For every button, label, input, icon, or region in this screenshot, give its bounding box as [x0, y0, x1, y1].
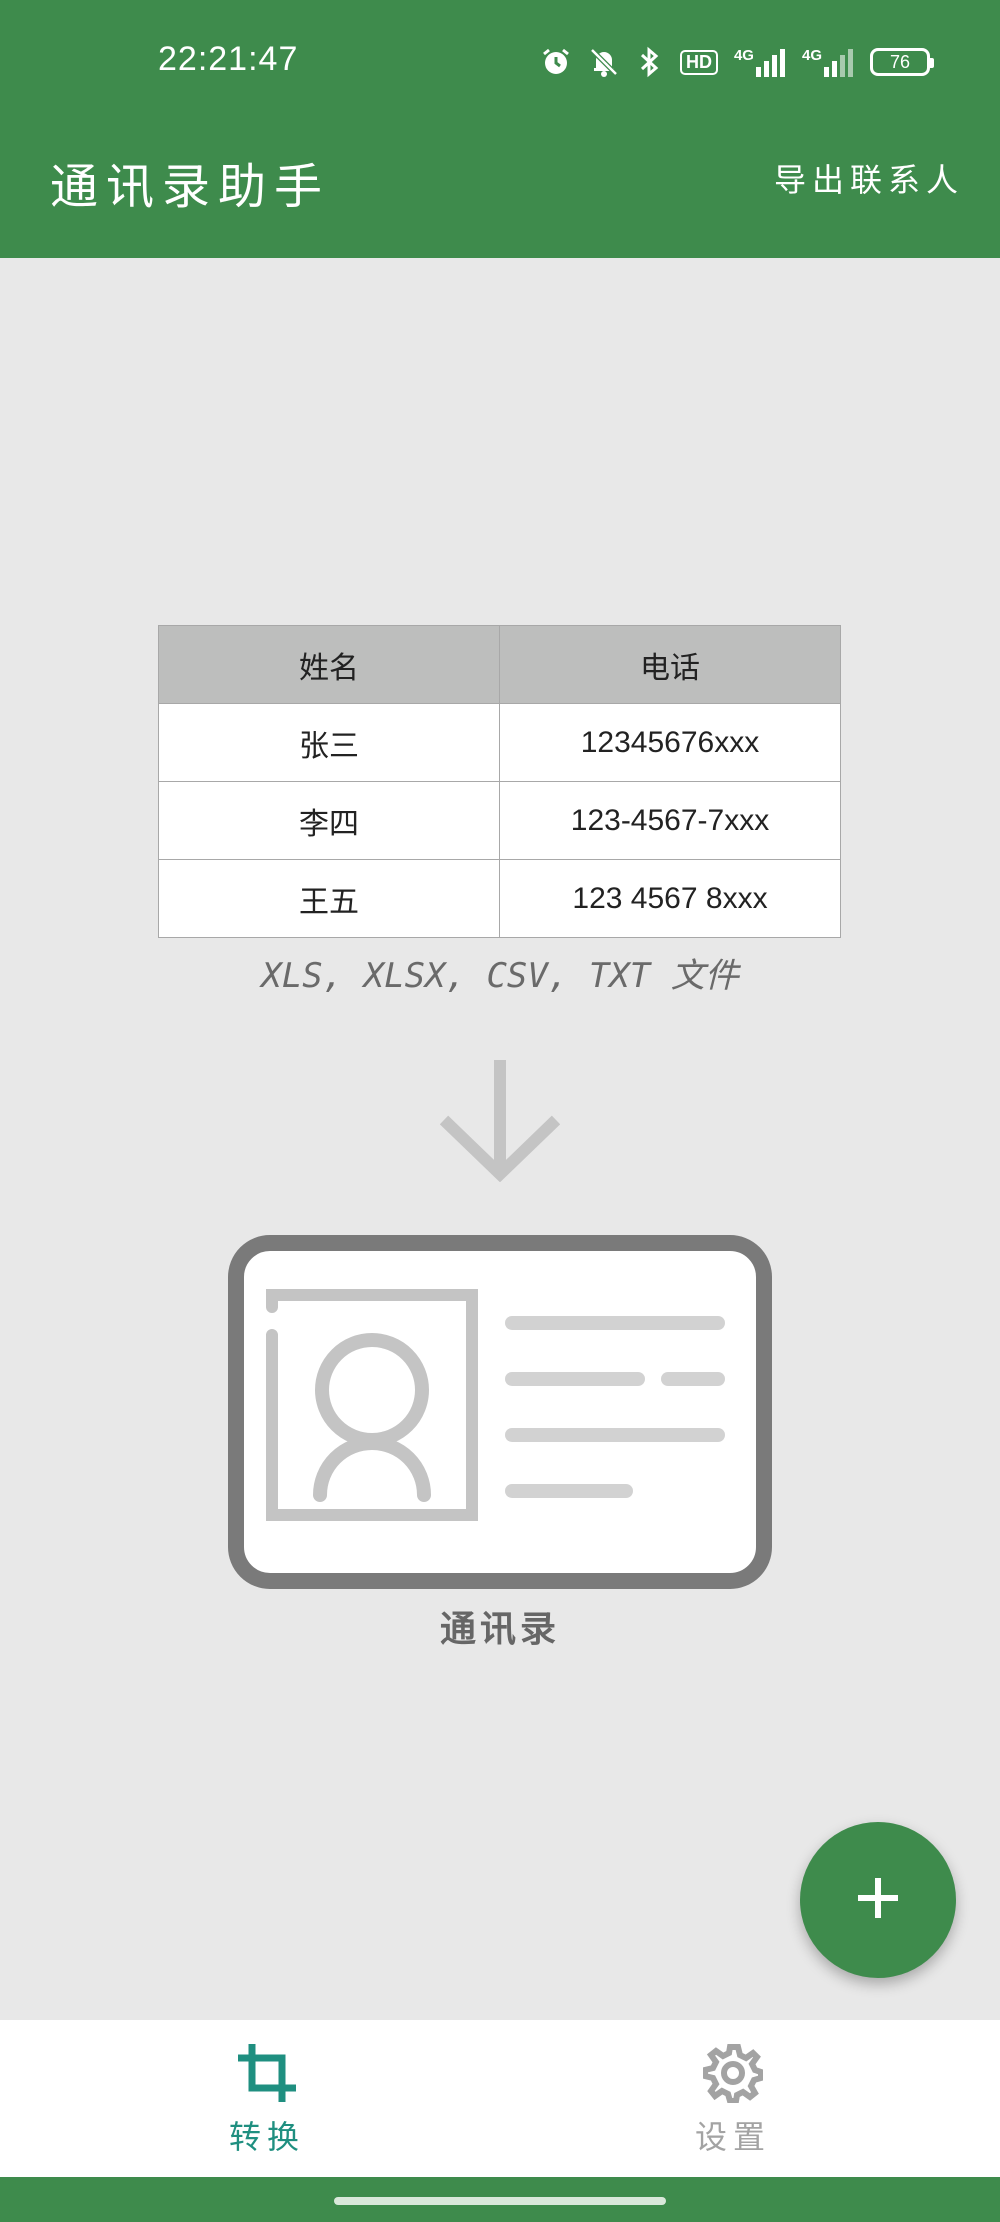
table-row: 李四 123-4567-7xxx: [158, 781, 841, 860]
status-icons: HD 4G 4G 76: [540, 44, 934, 80]
table-header-row: 姓名 电话: [158, 625, 841, 704]
formats-caption: XLS, XLSX, CSV, TXT 文件: [261, 956, 739, 996]
gear-icon: [703, 2040, 763, 2106]
gesture-handle[interactable]: [334, 2197, 666, 2205]
sample-table: 姓名 电话 张三 12345676xxx 李四 123-4567-7xxx 王五…: [158, 625, 841, 938]
table-row: 张三 12345676xxx: [158, 703, 841, 782]
app-bar: 通讯录助手 导出联系人: [0, 125, 1000, 258]
table-row: 王五 123 4567 8xxx: [158, 859, 841, 938]
contacts-caption: 通讯录: [439, 1608, 560, 1650]
arrow-down-icon: [439, 1058, 561, 1186]
table-header-name: 姓名: [158, 625, 500, 704]
plus-icon: [854, 1874, 902, 1926]
table-cell-name: 王五: [158, 859, 500, 938]
table-cell-phone: 123-4567-7xxx: [499, 781, 841, 860]
mute-icon: [588, 46, 620, 78]
table-cell-phone: 12345676xxx: [499, 703, 841, 782]
signal-4g-icon: 4G: [734, 47, 786, 77]
alarm-icon: [540, 46, 572, 78]
status-bar: 22:21:47 HD 4G 4G 76: [0, 0, 1000, 125]
gesture-area: [0, 2177, 1000, 2222]
contact-card-icon: [228, 1235, 772, 1593]
app-title: 通讯录助手: [50, 159, 331, 215]
table-header-phone: 电话: [499, 625, 841, 704]
crop-icon: [236, 2040, 298, 2106]
table-cell-phone: 123 4567 8xxx: [499, 859, 841, 938]
nav-item-settings[interactable]: 设置: [583, 2020, 883, 2177]
add-fab-button[interactable]: [800, 1822, 956, 1978]
hd-icon: HD: [679, 49, 718, 75]
signal-4g-icon: 4G: [802, 47, 854, 77]
network-type-label: 4G: [733, 47, 754, 64]
table-cell-name: 张三: [158, 703, 500, 782]
nav-item-convert[interactable]: 转换: [117, 2020, 417, 2177]
network-type-label: 4G: [801, 47, 822, 64]
status-time: 22:21:47: [158, 40, 299, 78]
nav-label-settings: 设置: [694, 2118, 771, 2156]
bottom-nav: 转换 设置: [0, 2020, 1000, 2177]
battery-icon: 76: [870, 48, 934, 76]
nav-label-convert: 转换: [228, 2118, 305, 2156]
bluetooth-icon: [636, 46, 664, 78]
export-contacts-button[interactable]: 导出联系人: [774, 155, 964, 201]
table-cell-name: 李四: [158, 781, 500, 860]
